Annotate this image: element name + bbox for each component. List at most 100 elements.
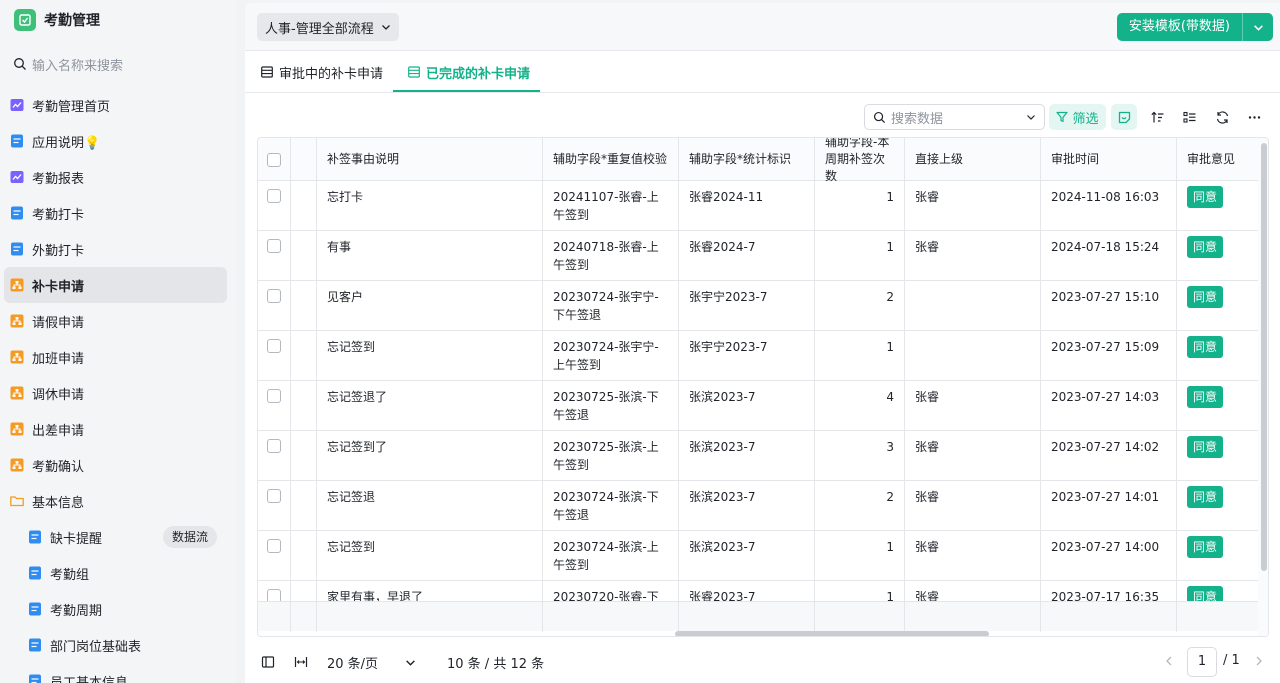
row-checkbox[interactable] — [267, 589, 281, 601]
table-row[interactable]: 见客户 20230724-张宇宁-下午签退 张宇宁2023-7 2 2023-07-27… — [258, 281, 1258, 331]
row-checkbox[interactable] — [267, 239, 281, 253]
sidebar-item-missing-card-reminder[interactable]: 缺卡提醒 数据流 — [4, 519, 227, 555]
table-row[interactable]: 忘记签到 20230724-张宇宁-上午签到 张宇宁2023-7 1 2023-07-2… — [258, 331, 1258, 381]
table-row[interactable]: 家里有事，早退了20230720-张睿-下午张睿2023-71张睿2023-07… — [258, 581, 1258, 601]
sidebar-item-overtime[interactable]: 加班申请 — [4, 339, 227, 375]
select-all-checkbox[interactable] — [267, 152, 281, 167]
table-cell-time: 2024-11-08 16:03 — [1041, 181, 1177, 230]
dataflow-badge[interactable]: 数据流 — [162, 526, 217, 548]
sidebar-item-business-trip[interactable]: 出差申请 — [4, 411, 227, 447]
flow-icon — [10, 278, 24, 292]
column-header[interactable]: 审批意见 — [1177, 138, 1259, 181]
row-checkbox[interactable] — [267, 389, 281, 403]
column-header[interactable]: 审批时间 — [1041, 138, 1177, 181]
table-cell-opinion: 同意 — [1177, 331, 1258, 380]
table-cell-reason: 见客户 — [317, 281, 543, 330]
sidebar-item-label: 外勤打卡 — [32, 243, 85, 259]
table-row[interactable]: 忘记签退了 20230725-张滨-下午签退 张滨2023-7 4 张睿 2023-07-… — [258, 381, 1258, 431]
table-cell-reason: 忘记签到 — [317, 531, 543, 580]
sidebar-item-basic-info[interactable]: 基本信息 — [4, 483, 227, 519]
flow-select[interactable]: 人事-管理全部流程 — [257, 13, 399, 41]
data-search-input[interactable]: 搜索数据 — [864, 104, 1045, 130]
page-size-select[interactable]: 20 条/页 — [327, 653, 415, 672]
row-select-cell — [258, 231, 291, 280]
sidebar-item-home[interactable]: 考勤管理首页 — [4, 87, 227, 123]
sidebar-item-department-position[interactable]: 部门岗位基础表 — [4, 627, 227, 663]
column-header[interactable]: 补签事由说明 — [317, 138, 543, 181]
sidebar-item-employee-info[interactable]: 员工基本信息 — [4, 663, 227, 683]
table-cell-leader: 张睿 — [905, 381, 1041, 430]
refresh-button[interactable] — [1209, 104, 1235, 130]
chevron-left-icon[interactable] — [1163, 655, 1175, 667]
table-row[interactable]: 忘打卡 20241107-张睿-上午签到 张睿2024-11 1 张睿 2024-11-0… — [258, 181, 1258, 231]
table-row[interactable]: 忘记签到 20230724-张滨-上午签到 张滨2023-7 1 张睿 2023-07-2… — [258, 531, 1258, 581]
table-row[interactable]: 忘记签到了 20230725-张滨-上午签到 张滨2023-7 3 张睿 2023-07-… — [258, 431, 1258, 481]
horizontal-scrollbar[interactable] — [675, 631, 989, 636]
sidebar-search-input[interactable]: 输入名称来搜索 — [0, 44, 236, 84]
column-width-icon[interactable] — [294, 655, 308, 669]
install-template-button[interactable]: 安装模板(带数据) — [1116, 13, 1243, 41]
table-cell-dup: 20240718-张睿-上午签到 — [543, 231, 679, 280]
table-cell-stat: 张睿2024-7 — [679, 231, 815, 280]
sidebar-item-label: 基本信息 — [32, 495, 85, 511]
sidebar-item-attendance-cycle[interactable]: 考勤周期 — [4, 591, 227, 627]
row-action-cell — [291, 581, 317, 601]
total-count: 10 条 / 共 12 条 — [447, 657, 545, 672]
row-action-cell — [291, 181, 317, 230]
sidebar-item-report[interactable]: 考勤报表 — [4, 159, 227, 195]
table-cell-stat: 张滨2023-7 — [679, 531, 815, 580]
table-row[interactable]: 有事 20240718-张睿-上午签到 张睿2024-7 1 张睿 2024-07-18 … — [258, 231, 1258, 281]
group-button[interactable] — [1176, 104, 1202, 130]
row-select-cell — [258, 381, 291, 430]
sidebar-item-label: 考勤组 — [50, 567, 90, 583]
sidebar-item-leave[interactable]: 请假申请 — [4, 303, 227, 339]
table-cell-time: 2023-07-27 14:00 — [1041, 531, 1177, 580]
sidebar-item-label: 调休申请 — [32, 387, 85, 403]
sidebar-item-attendance-group[interactable]: 考勤组 — [4, 555, 227, 591]
doc-icon — [28, 674, 42, 683]
sidebar-item-attendance-confirm[interactable]: 考勤确认 — [4, 447, 227, 483]
table-cell-dup: 20230724-张宇宁-上午签到 — [543, 331, 679, 380]
row-checkbox[interactable] — [267, 439, 281, 453]
doc-icon — [28, 602, 42, 616]
table-cell-count: 2 — [815, 481, 905, 530]
row-checkbox[interactable] — [267, 189, 281, 203]
chevron-right-icon[interactable] — [1253, 655, 1265, 667]
flow-icon — [10, 386, 24, 400]
table-cell-count: 1 — [815, 531, 905, 580]
tab-completed-requests[interactable]: 已完成的补卡申请 — [408, 51, 530, 93]
sidebar-item-card-reissue[interactable]: 补卡申请 — [4, 267, 227, 303]
chevron-down-icon — [381, 25, 390, 30]
sidebar-item-time-off[interactable]: 调休申请 — [4, 375, 227, 411]
vertical-scrollbar[interactable] — [1261, 143, 1267, 571]
sidebar-item-field-clock-in[interactable]: 外勤打卡 — [4, 231, 227, 267]
row-checkbox[interactable] — [267, 289, 281, 303]
sidebar-item-label: 考勤周期 — [50, 603, 103, 619]
table-cell-count: 3 — [815, 431, 905, 480]
sort-icon — [1150, 111, 1163, 122]
column-header[interactable]: 辅助字段*统计标识 — [679, 138, 815, 181]
column-header[interactable]: 直接上级 — [905, 138, 1041, 181]
column-header[interactable]: 辅助字段*重复值校验 — [543, 138, 679, 181]
table-cell-opinion: 同意 — [1177, 481, 1258, 530]
row-checkbox[interactable] — [267, 539, 281, 553]
table-row[interactable]: 忘记签退 20230724-张滨-下午签退 张滨2023-7 2 张睿 2023-07-2… — [258, 481, 1258, 531]
tab-pending-requests[interactable]: 审批中的补卡申请 — [261, 51, 383, 93]
sidebar-item-label: 缺卡提醒 — [50, 531, 103, 547]
refresh-icon — [1216, 110, 1228, 124]
current-page-input[interactable]: 1 — [1187, 647, 1217, 677]
filter-button[interactable]: 筛选 — [1049, 104, 1106, 130]
sidebar-item-app-guide[interactable]: 应用说明💡 — [4, 123, 227, 159]
more-button[interactable] — [1241, 104, 1267, 130]
sidebar-toggle-icon[interactable] — [261, 655, 275, 669]
row-checkbox[interactable] — [267, 489, 281, 503]
row-checkbox[interactable] — [267, 339, 281, 353]
sort-button[interactable] — [1144, 104, 1170, 130]
table-cell-opinion: 同意 — [1177, 181, 1258, 230]
sidebar-item-label: 考勤管理首页 — [32, 99, 111, 115]
column-header[interactable]: 辅助字段-本周期补签次数 — [815, 138, 905, 183]
note-view-button[interactable] — [1111, 104, 1137, 130]
sidebar-item-clock-in[interactable]: 考勤打卡 — [4, 195, 227, 231]
table-cell-count: 2 — [815, 281, 905, 330]
install-dropdown-button[interactable] — [1243, 13, 1273, 41]
